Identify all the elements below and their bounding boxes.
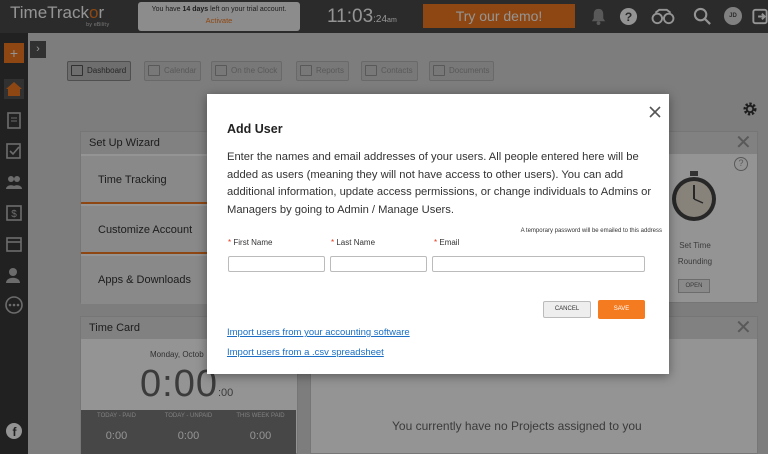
close-icon[interactable]	[647, 104, 663, 120]
first-name-input[interactable]	[228, 256, 325, 272]
first-name-label: * First Name	[228, 238, 273, 247]
modal-description: Enter the names and email addresses of y…	[227, 151, 652, 216]
last-name-input[interactable]	[330, 256, 427, 272]
import-csv-link[interactable]: Import users from a .csv spreadsheet	[227, 347, 384, 358]
add-user-modal: Add User Enter the names and email addre…	[207, 94, 669, 374]
save-button[interactable]: SAVE	[598, 300, 645, 319]
import-accounting-link[interactable]: Import users from your accounting softwa…	[227, 327, 410, 338]
email-label: * Email	[434, 238, 460, 247]
password-note: A temporary password will be emailed to …	[520, 228, 662, 234]
last-name-label: * Last Name	[331, 238, 376, 247]
cancel-button[interactable]: CANCEL	[543, 301, 591, 318]
email-input[interactable]	[432, 256, 645, 272]
modal-title: Add User	[227, 122, 283, 136]
